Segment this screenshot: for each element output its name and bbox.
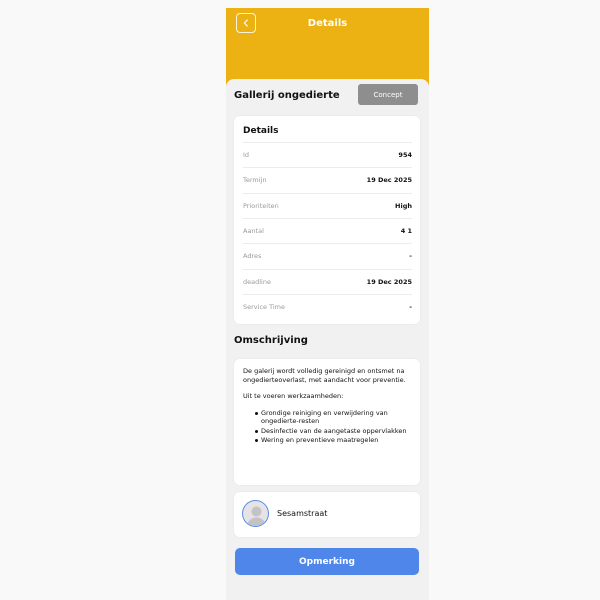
detail-value: 19 Dec 2025 — [366, 176, 412, 184]
description-card: De galerij wordt volledig gereinigd en o… — [234, 359, 420, 485]
detail-label: Id — [243, 151, 250, 159]
list-item: Wering en preventieve maatregelen — [255, 436, 413, 445]
detail-label: deadline — [243, 278, 271, 286]
description-body: De galerij wordt volledig gereinigd en o… — [243, 367, 413, 446]
tasks-heading: Uit te voeren werkzaamheden: — [243, 392, 344, 400]
description-section-title: Omschrijving — [234, 335, 308, 346]
detail-row-service-time: Service Time - — [243, 294, 412, 320]
app-screen: Details Gallerij ongedierte Concept Deta… — [226, 8, 429, 600]
person-card[interactable]: Sesamstraat — [234, 492, 420, 537]
detail-label: Termijn — [243, 176, 267, 184]
detail-label: Aantal — [243, 227, 264, 235]
opmerking-button[interactable]: Opmerking — [235, 548, 419, 575]
detail-value: - — [409, 252, 412, 260]
person-name: Sesamstraat — [277, 509, 328, 518]
details-card: Details Id 954 Termijn 19 Dec 2025 Prior… — [234, 116, 420, 324]
detail-label: Service Time — [243, 303, 285, 311]
detail-row-prioriteiten: Prioriteiten High — [243, 193, 412, 219]
detail-label: Adres — [243, 252, 262, 260]
details-card-title: Details — [243, 126, 279, 136]
tasks-list: Grondige reiniging en verwijdering van o… — [243, 409, 413, 445]
detail-row-aantal: Aantal 4 1 — [243, 218, 412, 244]
description-intro: De galerij wordt volledig gereinigd en o… — [243, 367, 406, 384]
item-title: Gallerij ongedierte — [234, 90, 340, 101]
list-item: Desinfectie van de aangetaste oppervlakk… — [255, 427, 413, 436]
detail-row-adres: Adres - — [243, 243, 412, 269]
detail-value: 19 Dec 2025 — [366, 278, 412, 286]
header-bar: Details — [226, 8, 429, 87]
status-concept-button[interactable]: Concept — [358, 84, 418, 105]
detail-row-id: Id 954 — [243, 142, 412, 168]
detail-label: Prioriteiten — [243, 202, 279, 210]
detail-row-deadline: deadline 19 Dec 2025 — [243, 269, 412, 295]
detail-row-termijn: Termijn 19 Dec 2025 — [243, 167, 412, 193]
user-avatar-icon — [242, 500, 269, 527]
list-item: Grondige reiniging en verwijdering van o… — [255, 409, 413, 426]
detail-value: 4 1 — [400, 227, 412, 235]
detail-value: - — [409, 303, 412, 311]
page-title: Details — [307, 18, 348, 29]
detail-value: High — [395, 202, 412, 210]
detail-value: 954 — [398, 151, 412, 159]
